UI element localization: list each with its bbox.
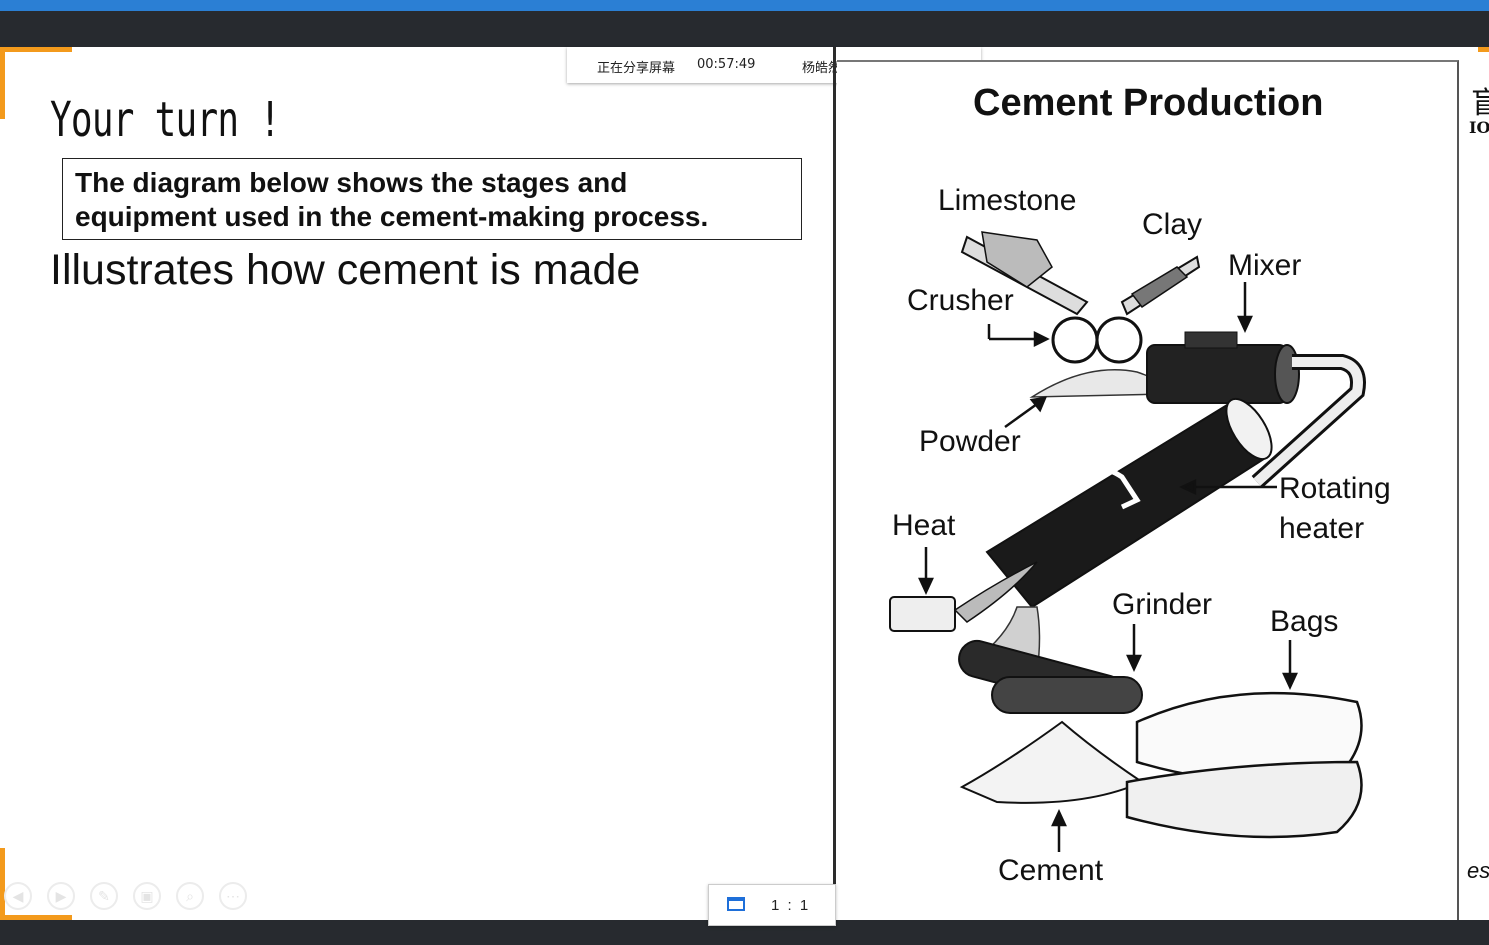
task-prompt-box: The diagram below shows the stages and e… (62, 158, 802, 240)
typed-answer-text[interactable]: Illustrates how cement is made (50, 246, 640, 295)
share-status: 正在分享屏幕 (597, 61, 676, 76)
next-slide-edge: 盲 IO es (1465, 78, 1489, 920)
label-bags: Bags (1270, 605, 1339, 638)
slide-title: Your turn ! (50, 92, 281, 148)
label-cement: Cement (998, 854, 1104, 887)
edge-fragment-sub: IO (1469, 118, 1489, 137)
edge-fragment-bottom: es (1467, 858, 1489, 883)
corner-bracket-tr (1478, 47, 1489, 52)
corner-bracket-tl (0, 47, 72, 52)
label-grinder: Grinder (1112, 588, 1213, 621)
crusher-roller-left (1051, 316, 1099, 364)
window-icon (727, 897, 745, 911)
corner-bracket-tl-v (0, 47, 5, 119)
label-clay: Clay (1142, 208, 1203, 241)
pen-icon[interactable]: ✎ (90, 882, 118, 910)
corner-bracket-bl-v (0, 848, 5, 920)
crusher-roller-right (1095, 316, 1143, 364)
next-icon[interactable]: ▶ (47, 882, 75, 910)
label-rotating: Rotating (1279, 472, 1391, 505)
label-crusher: Crusher (907, 284, 1014, 317)
label-heat: Heat (892, 509, 956, 542)
task-prompt-line-1: The diagram below shows the stages and (75, 167, 628, 198)
slide-divider (833, 47, 836, 920)
mixer-drum (1146, 344, 1288, 404)
label-mixer: Mixer (1228, 249, 1302, 282)
task-prompt-line-2: equipment used in the cement-making proc… (75, 201, 709, 232)
label-powder: Powder (919, 425, 1021, 458)
prev-icon[interactable]: ◀ (4, 882, 32, 910)
top-accent-bar (0, 0, 1489, 11)
cement-pile (959, 720, 1145, 804)
edge-fragment-top: 盲 (1471, 86, 1489, 121)
bag-bottom (1125, 760, 1363, 839)
label-heater: heater (1279, 512, 1365, 545)
clay-pile (1130, 266, 1189, 309)
burner-nozzle (889, 596, 956, 632)
mixer-end (1274, 344, 1300, 404)
zoom-icon[interactable]: ⌕ (176, 882, 204, 910)
grinder-roller-2 (991, 676, 1143, 714)
meeting-title-bar (0, 11, 1489, 47)
mixer-hopper (1184, 331, 1238, 349)
label-limestone: Limestone (938, 184, 1077, 217)
more-icon[interactable]: ⋯ (219, 882, 247, 910)
view-ratio-button[interactable]: 1 : 1 (708, 884, 836, 926)
cement-diagram: Cement Production Limestone Clay Mixer C… (837, 60, 1459, 922)
view-ratio-label: 1 : 1 (771, 897, 811, 914)
share-timer: 00:57:49 (697, 57, 756, 72)
diagram-title: Cement Production (973, 82, 1324, 124)
page-icon[interactable]: ▣ (133, 882, 161, 910)
